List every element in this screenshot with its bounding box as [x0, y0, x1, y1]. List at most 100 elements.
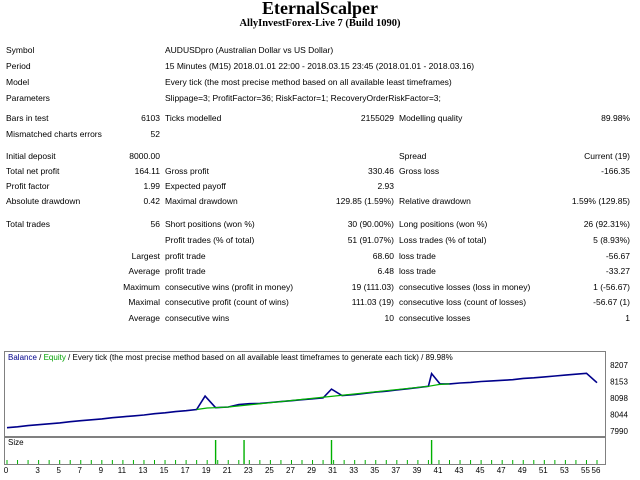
max-consecutive-losses-label: consecutive losses (loss in money): [399, 282, 531, 292]
y-tick-label: 8044: [610, 411, 628, 420]
ticks-label: Ticks modelled: [165, 113, 222, 123]
max-consecutive-wins-value: 19 (111.03): [351, 282, 394, 292]
deposit-value: 8000.00: [129, 151, 160, 161]
largest-profit-label: profit trade: [165, 251, 206, 261]
mismatch-value: 52: [150, 129, 160, 139]
y-tick-label: 7990: [610, 427, 628, 436]
maximal-drawdown-value: 129.85 (1.59%): [335, 196, 394, 206]
y-tick-label: 8207: [610, 361, 628, 370]
x-tick-label: 23: [244, 466, 253, 475]
x-tick-label: 9: [99, 466, 104, 475]
x-tick-label: 0: [4, 466, 9, 475]
average-profit-label: profit trade: [165, 266, 206, 276]
largest-label: Largest: [131, 251, 160, 261]
average-loss-label: loss trade: [399, 266, 436, 276]
report-subtitle: AllyInvestForex-Live 7 (Build 1090): [239, 18, 401, 29]
average-consecutive-wins-value: 10: [384, 313, 394, 323]
x-tick-label: 7: [78, 466, 83, 475]
period-label: Period: [6, 61, 31, 71]
maximal-consecutive-profit-label: consecutive profit (count of wins): [165, 297, 289, 307]
largest-loss-label: loss trade: [399, 251, 436, 261]
largest-profit-value: 68.60: [372, 251, 394, 261]
x-tick-label: 13: [139, 466, 148, 475]
average-consecutive-wins-label: consecutive wins: [165, 313, 230, 323]
max-consecutive-losses-value: 1 (-56.67): [593, 282, 630, 292]
x-tick-label: 27: [286, 466, 295, 475]
average-consecutive-losses-label: consecutive losses: [399, 313, 471, 323]
legend-description: / Every tick (the most precise method ba…: [65, 353, 453, 362]
x-tick-label: 39: [412, 466, 421, 475]
net-profit-label: Total net profit: [6, 166, 60, 176]
period-value: 15 Minutes (M15) 2018.01.01 22:00 - 2018…: [165, 61, 475, 71]
parameters-value: Slippage=3; ProfitFactor=36; RiskFactor=…: [165, 93, 441, 103]
absolute-drawdown-label: Absolute drawdown: [6, 196, 81, 206]
bars-label: Bars in test: [6, 113, 49, 123]
report-title: EternalScalper: [262, 0, 378, 18]
maximal-consecutive-profit-value: 111.03 (19): [351, 297, 394, 307]
x-tick-label: 29: [307, 466, 316, 475]
parameters-label: Parameters: [6, 93, 50, 103]
x-tick-label: 3: [35, 466, 40, 475]
spread-label: Spread: [399, 151, 427, 161]
chart-legend: Balance / Equity / Every tick (the most …: [8, 353, 453, 363]
x-tick-label: 25: [265, 466, 274, 475]
deposit-label: Initial deposit: [6, 151, 56, 161]
x-tick-label: 35: [370, 466, 379, 475]
x-tick-label: 45: [476, 466, 485, 475]
x-tick-label: 17: [181, 466, 190, 475]
legend-balance: Balance: [8, 353, 37, 362]
absolute-drawdown-value: 0.42: [143, 196, 160, 206]
short-positions-value: 30 (90.00%): [347, 219, 394, 229]
total-trades-label: Total trades: [6, 219, 50, 229]
net-profit-value: 164.11: [134, 166, 160, 176]
short-positions-label: Short positions (won %): [165, 219, 255, 229]
x-tick-label: 15: [160, 466, 169, 475]
average-profit-value: 6.48: [377, 266, 394, 276]
profit-factor-label: Profit factor: [6, 181, 50, 191]
legend-equity: Equity: [43, 353, 66, 362]
x-tick-label: 56: [592, 466, 601, 475]
average-consecutive-label: Average: [128, 313, 160, 323]
x-tick-label: 31: [328, 466, 337, 475]
size-label: Size: [8, 438, 24, 447]
average-loss-value: -33.27: [605, 266, 630, 276]
relative-drawdown-label: Relative drawdown: [399, 196, 471, 206]
symbol-value: AUDUSDpro (Australian Dollar vs US Dolla…: [165, 45, 334, 55]
balance-chart-svg: [6, 371, 598, 429]
size-chart: [4, 437, 606, 465]
profit-factor-value: 1.99: [143, 181, 160, 191]
relative-drawdown-value: 1.59% (129.85): [571, 196, 630, 206]
x-tick-label: 41: [434, 466, 443, 475]
mismatch-label: Mismatched charts errors: [6, 129, 102, 139]
balance-chart: [4, 351, 606, 437]
long-positions-label: Long positions (won %): [399, 219, 488, 229]
profit-trades-label: Profit trades (% of total): [165, 235, 255, 245]
bars-value: 6103: [141, 113, 160, 123]
maximal-drawdown-label: Maximal drawdown: [165, 196, 238, 206]
model-label: Model: [6, 77, 30, 87]
x-tick-label: 47: [497, 466, 506, 475]
ticks-value: 2155029: [360, 113, 394, 123]
max-consecutive-wins-label: consecutive wins (profit in money): [165, 282, 294, 292]
average-label: Average: [128, 266, 160, 276]
legend-separator: /: [36, 353, 44, 362]
gross-profit-label: Gross profit: [165, 166, 209, 176]
expected-payoff-value: 2.93: [377, 181, 394, 191]
largest-loss-value: -56.67: [605, 251, 630, 261]
x-tick-label: 55: [581, 466, 590, 475]
gross-loss-label: Gross loss: [399, 166, 440, 176]
x-tick-label: 53: [560, 466, 569, 475]
spread-value: Current (19): [584, 151, 630, 161]
x-tick-label: 43: [455, 466, 464, 475]
model-value: Every tick (the most precise method base…: [165, 77, 452, 87]
gross-loss-value: -166.35: [601, 166, 630, 176]
y-tick-label: 8098: [610, 394, 628, 403]
loss-trades-value: 5 (8.93%): [593, 235, 630, 245]
long-positions-value: 26 (92.31%): [583, 219, 630, 229]
expected-payoff-label: Expected payoff: [165, 181, 226, 191]
series-line-balance: [6, 371, 598, 429]
maximum-label: Maximum: [123, 282, 160, 292]
maximal-consecutive-loss-label: consecutive loss (count of losses): [399, 297, 527, 307]
quality-label: Modelling quality: [399, 113, 463, 123]
profit-trades-value: 51 (91.07%): [347, 235, 394, 245]
